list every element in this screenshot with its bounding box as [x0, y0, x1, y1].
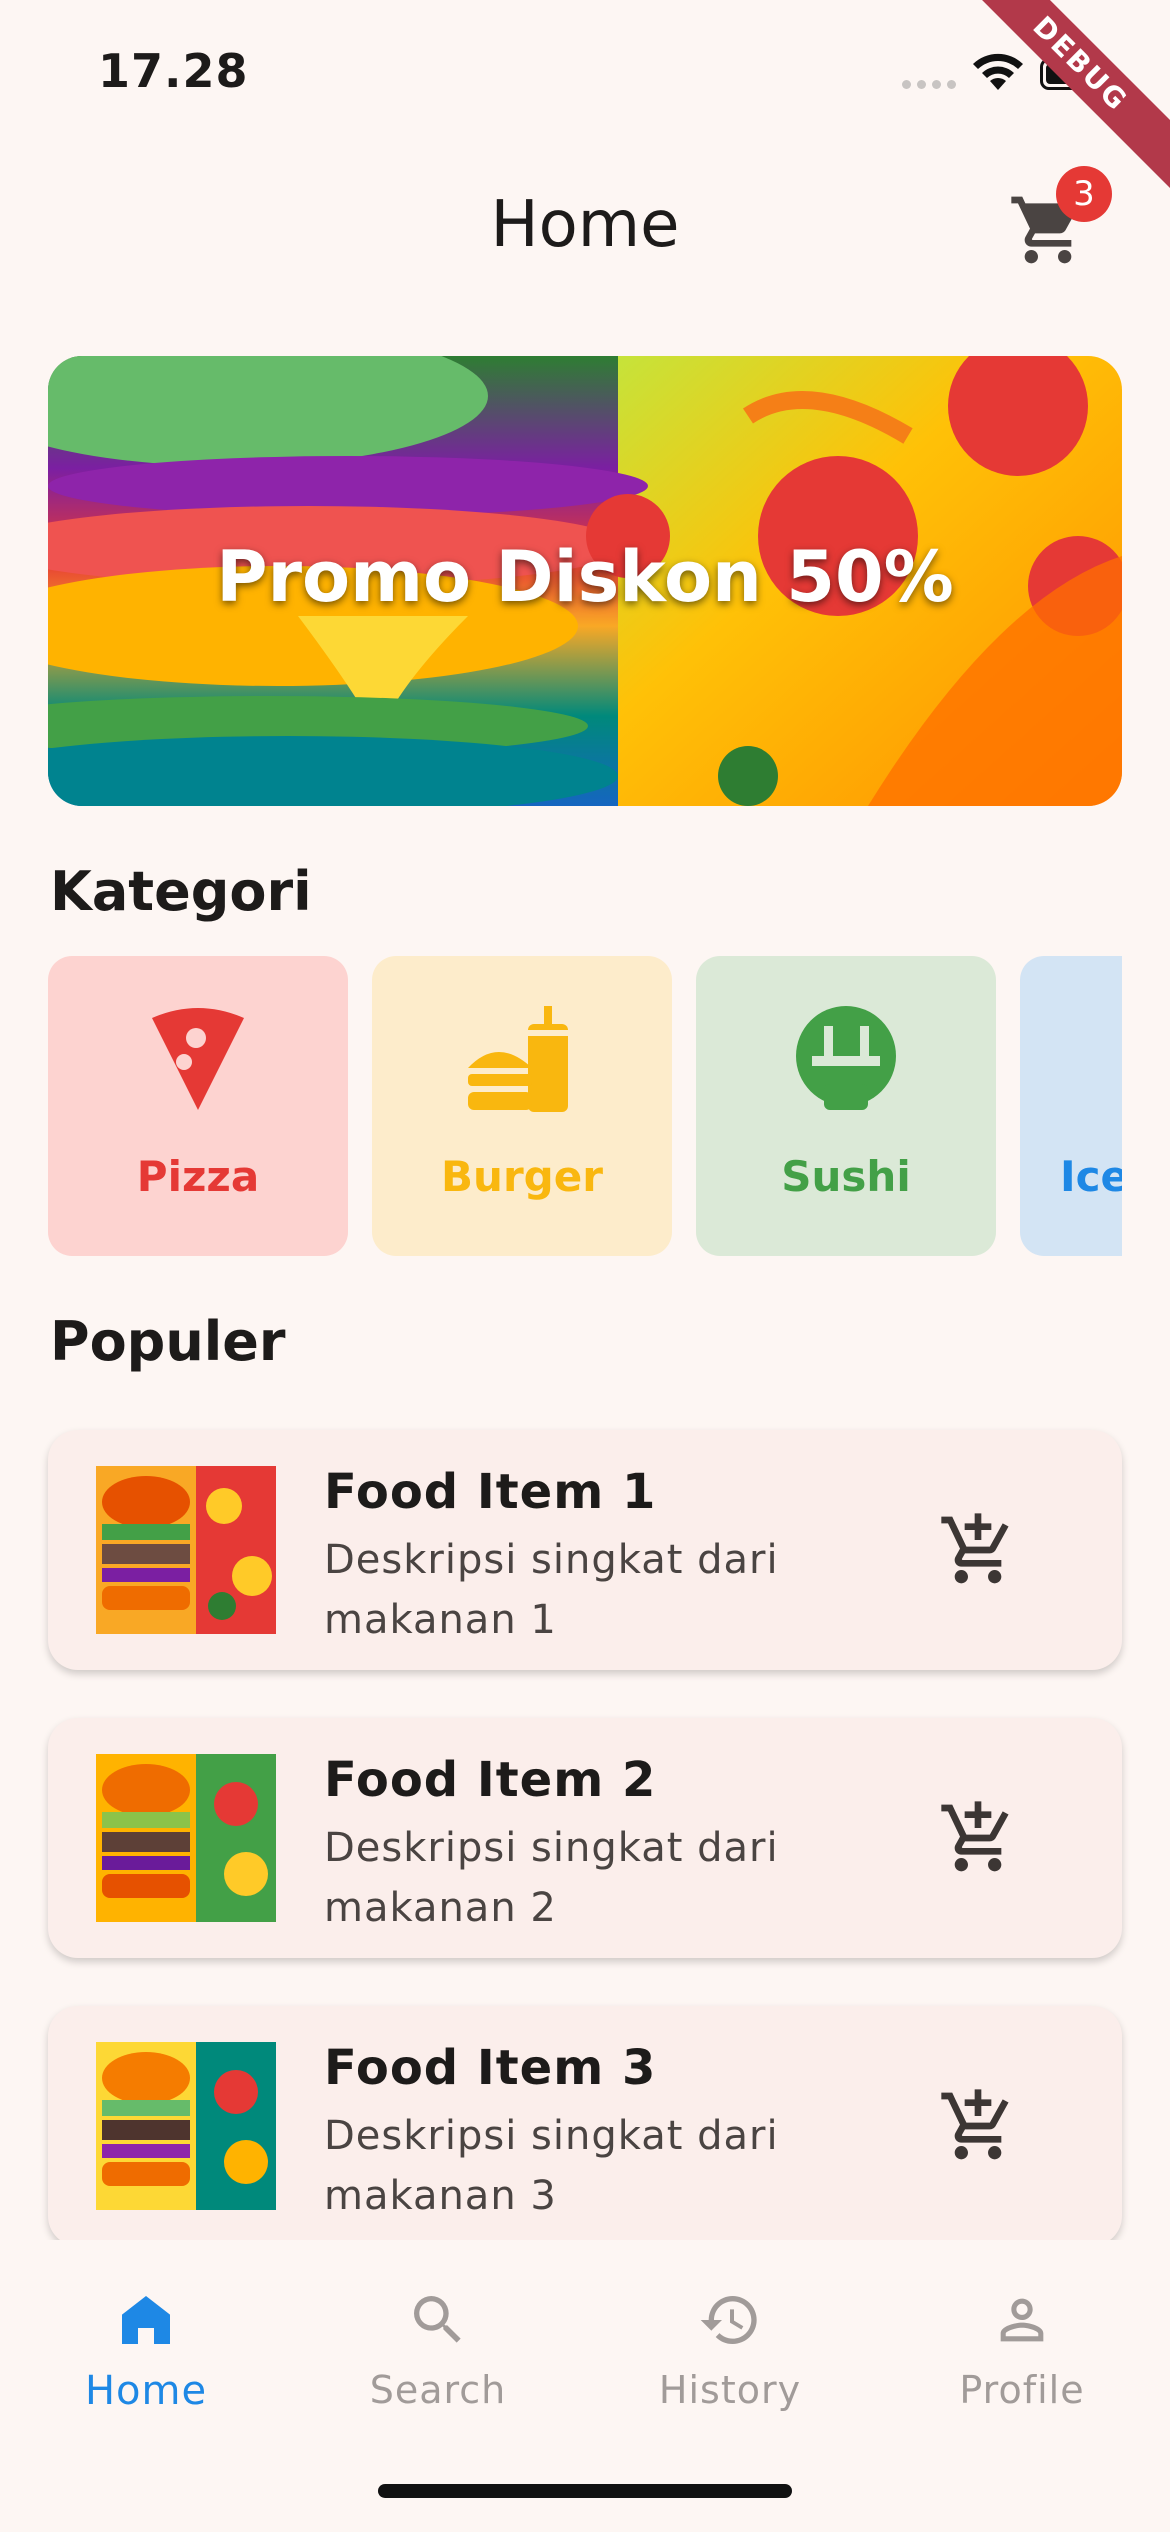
nav-item-profile[interactable]: Profile [876, 2280, 1168, 2420]
nav-item-home[interactable]: Home [0, 2280, 292, 2420]
status-time: 17.28 [98, 44, 249, 98]
food-image [96, 1754, 276, 1922]
profile-icon [876, 2280, 1168, 2360]
popular-title: Populer [50, 1310, 286, 1373]
cellular-signal-icon [902, 80, 956, 89]
promo-text: Promo Diskon 50% [216, 536, 954, 618]
add-to-cart-button[interactable] [938, 1510, 1018, 1590]
category-label: Ice [1060, 1152, 1122, 1201]
category-label: Pizza [136, 1152, 260, 1201]
search-icon [292, 2280, 584, 2360]
sushi-icon [696, 1004, 996, 1112]
food-name: Food Item 2 [324, 1752, 657, 1808]
promo-banner[interactable]: Promo Diskon 50% [48, 356, 1122, 806]
burger-icon [372, 1004, 672, 1116]
nav-label: History [658, 2368, 802, 2412]
pizza-icon [48, 1004, 348, 1114]
add-to-cart-button[interactable] [938, 1798, 1018, 1878]
category-label: Sushi [781, 1152, 911, 1201]
add-shopping-cart-icon [941, 2089, 1009, 2160]
category-card-burger[interactable]: Burger [372, 956, 672, 1256]
nav-label: Profile [959, 2368, 1085, 2412]
add-to-cart-button[interactable] [938, 2086, 1018, 2166]
nav-item-history[interactable]: History [584, 2280, 876, 2420]
cart-count-badge: 3 [1056, 166, 1112, 222]
category-card-pizza[interactable]: Pizza [48, 956, 348, 1256]
food-description: Deskripsi singkat dari makanan 3 [324, 2113, 779, 2219]
food-image [96, 2042, 276, 2210]
history-icon [584, 2280, 876, 2360]
wifi-icon [973, 53, 1023, 90]
food-description: Deskripsi singkat dari makanan 2 [324, 1825, 779, 1931]
food-description: Deskripsi singkat dari makanan 1 [324, 1537, 779, 1643]
category-label: Burger [441, 1152, 603, 1201]
app-bar: Home 3 [0, 160, 1170, 290]
food-card[interactable]: Food Item 2 Deskripsi singkat dari makan… [48, 1718, 1122, 1958]
home-screen: 17.28 DEBUG Home 3 Promo Diskon 50% Kate… [0, 0, 1170, 2532]
add-shopping-cart-icon [941, 1801, 1009, 1872]
category-card-ice[interactable]: Ice [1020, 956, 1122, 1256]
categories-title: Kategori [50, 860, 312, 923]
food-name: Food Item 3 [324, 2040, 657, 2096]
nav-item-search[interactable]: Search [292, 2280, 584, 2420]
add-shopping-cart-icon [941, 1513, 1009, 1584]
page-title: Home [490, 188, 680, 262]
food-card[interactable]: Food Item 3 Deskripsi singkat dari makan… [48, 2006, 1122, 2246]
category-card-sushi[interactable]: Sushi [696, 956, 996, 1256]
food-card[interactable]: Food Item 1 Deskripsi singkat dari makan… [48, 1430, 1122, 1670]
home-icon [0, 2280, 292, 2360]
nav-label: Search [369, 2368, 507, 2412]
home-indicator [378, 2484, 792, 2498]
status-bar: 17.28 [0, 0, 1170, 140]
category-list: Pizza Burger Sushi Ice [48, 956, 1122, 1256]
nav-label: Home [84, 2368, 208, 2414]
food-name: Food Item 1 [324, 1464, 657, 1520]
food-image [96, 1466, 276, 1634]
